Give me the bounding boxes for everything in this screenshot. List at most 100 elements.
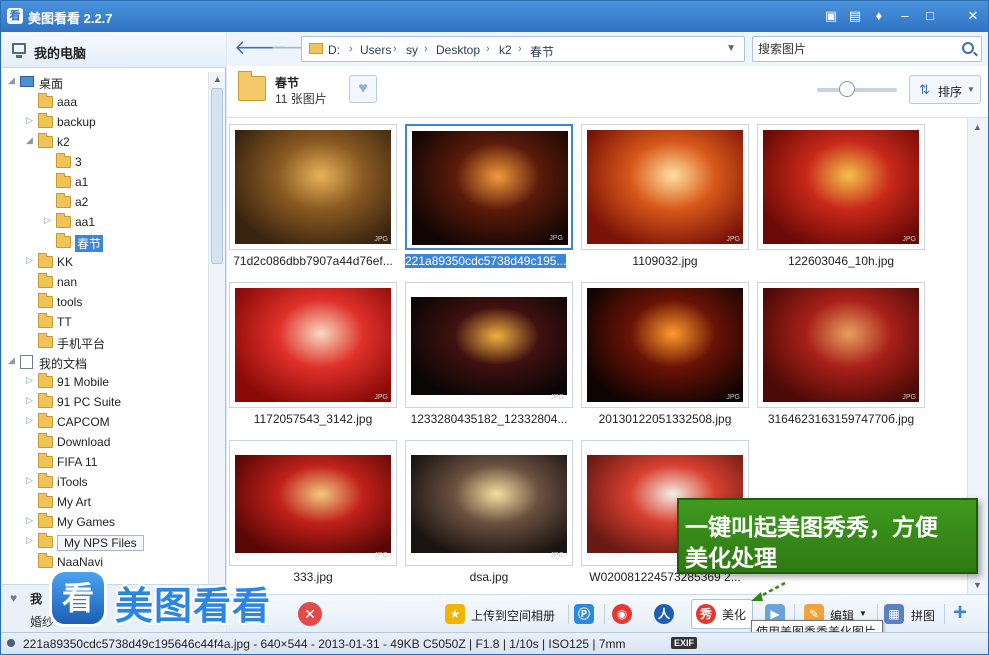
thumbnail-item[interactable]: JPG 20130122051332508.jpg [581,282,749,434]
tree-item[interactable]: a2 [2,192,208,212]
thumbnail-caption[interactable]: 1172057543_3142.jpg [229,412,397,426]
thumbnail-frame[interactable]: JPG [229,440,397,566]
sort-button[interactable]: ⇅ 排序 ▼ [909,75,981,104]
search-box[interactable] [752,36,982,62]
thumbnail-frame[interactable]: JPG [405,282,573,408]
tree-item[interactable]: aaa [2,92,208,112]
thumbnail-frame[interactable]: JPG [405,440,573,566]
thumbnail-item[interactable]: JPG 221a89350cdc5738d49c195... [405,124,573,276]
expand-arrow-icon[interactable]: ▷ [26,375,36,386]
tree-item[interactable]: 3 [2,152,208,172]
tree-item[interactable]: ◢ 桌面 [2,72,208,92]
thumbnail-caption[interactable]: 221a89350cdc5738d49c195... [405,254,573,268]
tree-item[interactable]: ▷ 91 PC Suite [2,392,208,412]
expand-arrow-icon[interactable]: ▷ [26,115,36,126]
tree-item[interactable]: ▷ backup [2,112,208,132]
menu-icon[interactable]: ▤ [846,7,864,25]
zoom-slider-handle[interactable] [839,81,855,97]
title-bar[interactable]: 看 美图看看 2.2.7 ▣ ▤ ♦ – □ ✕ [1,1,988,32]
add-button[interactable]: + [953,599,975,626]
thumbnail-frame[interactable]: JPG [757,282,925,408]
tree-item[interactable]: ▷ aa1 [2,212,208,232]
expand-arrow-icon[interactable]: ▷ [26,395,36,406]
favorite-heart-button[interactable]: ♥ [349,75,377,103]
scroll-up-icon[interactable]: ▲ [973,122,982,132]
close-icon[interactable]: ✕ [964,7,982,25]
thumbnail-frame[interactable]: JPG [405,124,573,250]
breadcrumb-separator-icon[interactable]: › [486,43,490,55]
my-computer-header[interactable]: 我的电脑 [2,32,226,68]
expand-arrow-icon[interactable]: ▷ [26,515,36,526]
thumbnail-item[interactable]: JPG 316462316315974770б.jpg [757,282,925,434]
breadcrumb-separator-icon[interactable]: › [518,43,522,55]
sidebar-scrollbar[interactable]: ▲ ▼ [208,72,225,609]
expand-arrow-icon[interactable]: ▷ [26,475,36,486]
collapse-arrow-icon[interactable]: ◢ [26,135,36,146]
tree-item[interactable]: My Art [2,492,208,512]
exif-badge[interactable]: EXIF [671,637,698,649]
tree-item[interactable]: FIFA 11 [2,452,208,472]
qzone-button[interactable]: Ⓟ [574,602,598,626]
breadcrumb-drive[interactable]: D: [328,43,340,57]
collapse-arrow-icon[interactable]: ◢ [8,355,18,366]
thumbnail-frame[interactable]: JPG [581,124,749,250]
breadcrumb-sy[interactable]: sy [406,43,418,57]
tree-item[interactable]: ▷ KK [2,252,208,272]
thumbnail-caption[interactable]: 1109032.jpg [581,254,749,268]
tree-item[interactable]: TT [2,312,208,332]
breadcrumb-desktop[interactable]: Desktop [436,43,480,57]
tree-item[interactable]: ▷ My NPS Files [2,532,208,552]
chat-icon[interactable]: ▣ [822,7,840,25]
collapse-arrow-icon[interactable]: ◢ [8,75,18,86]
thumbnail-item[interactable]: JPG 1172057543_3142.jpg [229,282,397,434]
expand-arrow-icon[interactable]: ▷ [26,535,36,546]
search-input[interactable] [758,41,948,57]
scroll-up-icon[interactable]: ▲ [212,74,223,84]
thumbnail-caption[interactable]: 71d2c086dbb7907a44d76ef... [229,254,397,268]
thumbnail-frame[interactable]: JPG [229,124,397,250]
tree-item[interactable]: Download [2,432,208,452]
thumbnail-item[interactable]: JPG 1109032.jpg [581,124,749,276]
tree-item[interactable]: tools [2,292,208,312]
search-icon[interactable] [962,42,974,54]
breadcrumb-separator-icon[interactable]: › [349,43,353,55]
expand-arrow-icon[interactable]: ▷ [44,215,54,226]
thumbnail-caption[interactable]: 316462316315974770б.jpg [757,412,925,426]
thumbnail-item[interactable]: JPG 122603046_10h.jpg [757,124,925,276]
thumbnail-item[interactable]: JPG 1233280435182_12332804... [405,282,573,434]
tree-item[interactable]: ▷ 91 Mobile [2,372,208,392]
thumbnail-caption[interactable]: 20130122051332508.jpg [581,412,749,426]
close-icon[interactable]: ✕ [298,602,322,626]
tree-item[interactable]: 手机平台 [2,332,208,352]
tree-item[interactable]: ▷ My Games [2,512,208,532]
maximize-icon[interactable]: □ [921,7,939,25]
tree-item[interactable]: ▷ CAPCOM [2,412,208,432]
minimize-icon[interactable]: – [896,7,914,25]
tree-item[interactable]: a1 [2,172,208,192]
expand-arrow-icon[interactable]: ▷ [26,255,36,266]
scrollbar-thumb[interactable] [211,88,223,264]
breadcrumb-separator-icon[interactable]: › [424,43,428,55]
thumbnail-caption[interactable]: dsa.jpg [405,570,573,584]
tree-item[interactable]: ▷ iTools [2,472,208,492]
breadcrumb-users[interactable]: Users [360,43,391,57]
chevron-down-icon[interactable]: ▼ [726,43,736,54]
zoom-slider[interactable] [817,88,897,92]
scroll-down-icon[interactable]: ▼ [973,580,982,590]
thumbnail-frame[interactable]: JPG [757,124,925,250]
thumbnail-item[interactable]: JPG dsa.jpg [405,440,573,592]
expand-arrow-icon[interactable]: ▷ [26,415,36,426]
tree-item[interactable]: nan [2,272,208,292]
renren-button[interactable]: 人 [654,602,678,626]
address-bar[interactable]: D: › Users › sy › Desktop › k2 › 春节 ▼ [301,36,745,62]
tree-item[interactable]: 春节 [2,232,208,252]
thumbnail-caption[interactable]: 1233280435182_12332804... [405,412,573,426]
collage-button[interactable]: ▦ 拼图 [884,602,938,626]
thumbnail-item[interactable]: JPG 71d2c086dbb7907a44d76ef... [229,124,397,276]
thumbnail-frame[interactable]: JPG [229,282,397,408]
weibo-button[interactable]: ◉ [612,602,636,626]
thumbnail-frame[interactable]: JPG [581,282,749,408]
tree-item[interactable]: ◢ k2 [2,132,208,152]
thumbnail-caption[interactable]: 122603046_10h.jpg [757,254,925,268]
upload-album-button[interactable]: ★ 上传到空间相册 [445,602,567,626]
